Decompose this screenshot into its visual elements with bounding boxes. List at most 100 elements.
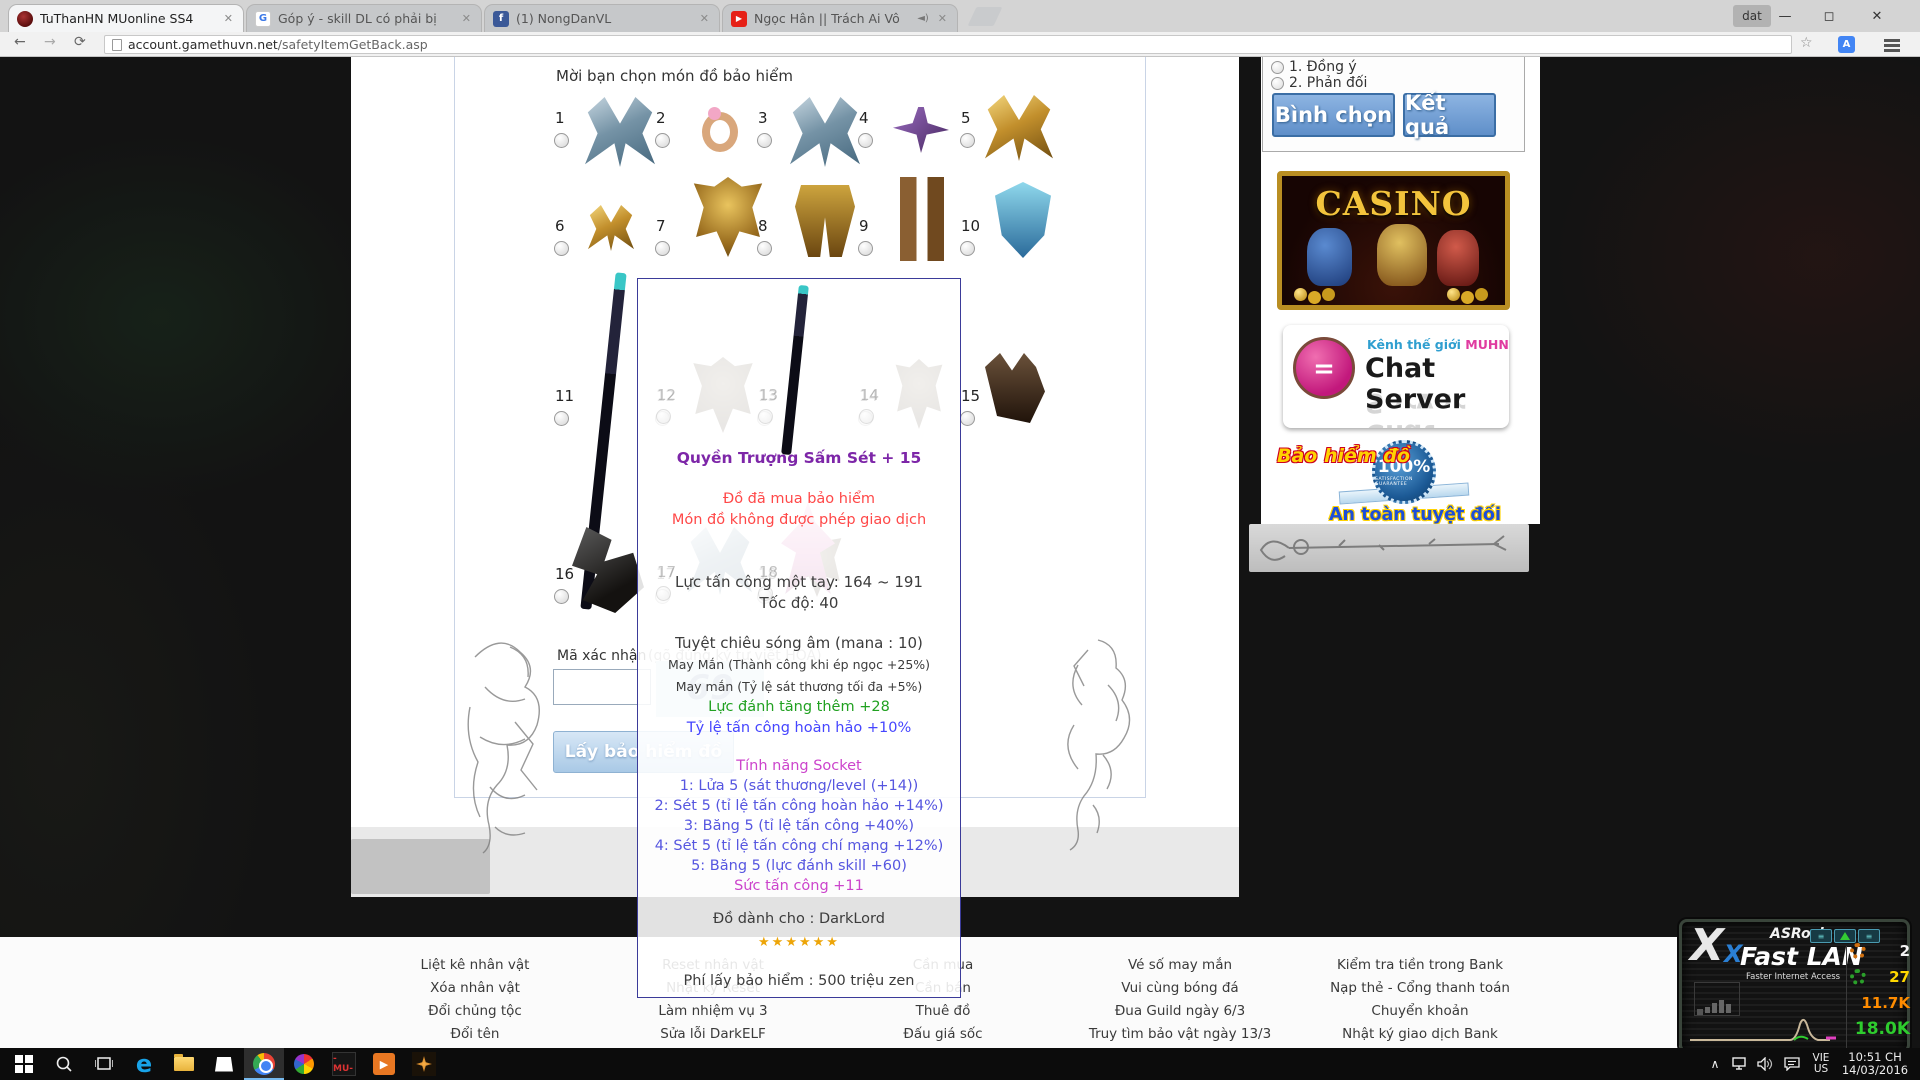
footer-link[interactable]: Thuê đồ: [813, 1000, 1073, 1023]
asrock-tagline: Faster Internet Access: [1746, 972, 1840, 982]
media-play-icon[interactable]: ▶: [364, 1048, 404, 1080]
new-tab-button[interactable]: [968, 7, 1003, 26]
spinner-icon: [1850, 969, 1866, 985]
vote-button[interactable]: Bình chọn: [1272, 93, 1395, 137]
chrome-menu-icon[interactable]: [1884, 39, 1900, 42]
chat-server-banner[interactable]: = Kênh thế giới MUHN Chat Server Chat Se…: [1283, 325, 1509, 428]
asrock-xfastlan-widget[interactable]: X X ASRock Fast LAN Faster Internet Acce…: [1679, 919, 1910, 1048]
bookmark-star-icon[interactable]: ☆: [1800, 35, 1813, 51]
footer-link[interactable]: Kiểm tra tiền trong Bank: [1290, 954, 1550, 977]
translate-icon[interactable]: A: [1838, 36, 1855, 53]
item-radio[interactable]: [960, 133, 975, 148]
game-launcher-icon[interactable]: [404, 1048, 444, 1080]
paint-icon[interactable]: [284, 1048, 324, 1080]
widget-list-button[interactable]: ≡: [1810, 929, 1832, 943]
footer-link[interactable]: Liệt kê nhân vật: [345, 954, 605, 977]
language-indicator[interactable]: VIEUS: [1806, 1048, 1836, 1080]
item-radio[interactable]: [554, 133, 569, 148]
page-icon: [112, 39, 122, 51]
item-radio[interactable]: [554, 589, 569, 604]
tooltip-warning: Món đồ không được phép giao dịch: [638, 512, 960, 528]
tooltip-title: Quyền Trượng Sấm Sét + 15: [638, 449, 960, 467]
search-button[interactable]: [44, 1048, 84, 1080]
footer-link[interactable]: Nạp thẻ - Cổng thanh toán: [1290, 977, 1550, 1000]
tab-close-icon[interactable]: ✕: [222, 12, 235, 25]
item-number-dim: 12: [657, 386, 676, 404]
item-radio[interactable]: [960, 411, 975, 426]
file-explorer-icon[interactable]: [164, 1048, 204, 1080]
tab-mu-account[interactable]: TuThanHN MUonline SS4 ✕: [8, 4, 244, 32]
footer-link[interactable]: Chuyển khoản: [1290, 1000, 1550, 1023]
network-icon[interactable]: [1728, 1048, 1752, 1080]
notification-icon[interactable]: [1780, 1048, 1804, 1080]
spinner-icon: [1850, 943, 1866, 959]
g-favicon-icon: G: [255, 11, 271, 27]
item-sprite-ring: [702, 112, 738, 152]
poll-panel: 1. Đồng ý 2. Phản đối Bình chọn Kết quả: [1262, 57, 1525, 152]
windows-store-icon[interactable]: [204, 1048, 244, 1080]
mu-game-icon[interactable]: -MU-: [324, 1048, 364, 1080]
chrome-icon[interactable]: [244, 1048, 284, 1080]
tab-gopy[interactable]: G Góp ý - skill DL có phải bị ✕: [246, 4, 482, 32]
clock[interactable]: 10:51 CH14/03/2016: [1840, 1048, 1910, 1080]
edge-icon[interactable]: e: [124, 1048, 164, 1080]
close-button[interactable]: ✕: [1860, 4, 1894, 28]
item-radio[interactable]: [960, 241, 975, 256]
footer-link[interactable]: Vui cùng bóng đá: [1050, 977, 1310, 1000]
item-radio[interactable]: [655, 241, 670, 256]
poll-option-2[interactable]: 2. Phản đối: [1271, 75, 1367, 91]
casino-banner[interactable]: CASINO: [1277, 171, 1510, 310]
tab-close-icon[interactable]: ✕: [936, 12, 949, 25]
footer-link[interactable]: Đổi tên: [345, 1023, 605, 1046]
item-number-dim: 13: [759, 386, 778, 404]
tab-facebook[interactable]: f (1) NongDanVL ✕: [484, 4, 720, 32]
footer-link[interactable]: Nhật ký giao dịch Bank: [1290, 1023, 1550, 1046]
item-radio[interactable]: [554, 411, 569, 426]
scepter-art: [1249, 524, 1529, 572]
footer-link[interactable]: Đua Guild ngày 6/3: [1050, 1000, 1310, 1023]
footer-link[interactable]: Vé số may mắn: [1050, 954, 1310, 977]
item-radio[interactable]: [858, 133, 873, 148]
tooltip-add-damage: Lực đánh tăng thêm +28: [638, 699, 960, 715]
stat-row: 2: [1850, 940, 1910, 962]
item-radio[interactable]: [757, 241, 772, 256]
poll-radio-icon[interactable]: [1271, 77, 1284, 90]
tab-title: TuThanHN MUonline SS4: [40, 11, 215, 26]
forward-icon[interactable]: →: [44, 34, 56, 50]
tab-title: (1) NongDanVL: [516, 11, 691, 26]
item-radio[interactable]: [655, 133, 670, 148]
refresh-icon[interactable]: ⟳: [74, 34, 86, 50]
item-number: 15: [961, 387, 980, 405]
footer-link[interactable]: Truy tìm bảo vật ngày 13/3: [1050, 1023, 1310, 1046]
item-radio[interactable]: [858, 241, 873, 256]
maximize-button[interactable]: ◻: [1812, 4, 1846, 28]
poll-option-1[interactable]: 1. Đồng ý: [1271, 59, 1357, 75]
casino-coins: [1447, 288, 1460, 301]
histogram-icon: [1694, 982, 1740, 1016]
task-view-button[interactable]: [84, 1048, 124, 1080]
tab-close-icon[interactable]: ✕: [698, 12, 711, 25]
chrome-profile-badge[interactable]: dat: [1733, 5, 1771, 27]
footer-link[interactable]: Đấu giá sốc: [813, 1023, 1073, 1046]
footer-link[interactable]: Xóa nhân vật: [345, 977, 605, 1000]
tab-youtube[interactable]: ▶ Ngọc Hân || Trách Ai Vô ◄) ✕: [722, 4, 958, 32]
footer-link[interactable]: Đổi chủng tộc: [345, 1000, 605, 1023]
tab-audio-icon[interactable]: ◄): [917, 13, 929, 24]
back-icon[interactable]: ←: [14, 34, 26, 50]
result-button[interactable]: Kết quả: [1403, 93, 1496, 137]
item-number: 7: [656, 217, 666, 235]
item-radio[interactable]: [554, 241, 569, 256]
minimize-button[interactable]: —: [1768, 4, 1802, 28]
footer-column: Kiểm tra tiền trong Bank Nạp thẻ - Cổng …: [1290, 954, 1550, 1046]
footer-link[interactable]: Sửa lỗi DarkELF: [583, 1023, 843, 1046]
item-number: 8: [758, 217, 768, 235]
browser-navbar: ← → ⟳ account.gamethuvn.net/safetyItemGe…: [0, 32, 1920, 57]
footer-link[interactable]: Làm nhiệm vụ 3: [583, 1000, 843, 1023]
tab-close-icon[interactable]: ✕: [460, 12, 473, 25]
url-bar[interactable]: account.gamethuvn.net/safetyItemGetBack.…: [104, 35, 1792, 54]
poll-radio-icon[interactable]: [1271, 61, 1284, 74]
item-radio[interactable]: [757, 133, 772, 148]
start-button[interactable]: [4, 1048, 44, 1080]
volume-icon[interactable]: [1753, 1048, 1777, 1080]
tray-chevron-icon[interactable]: ∧: [1704, 1048, 1726, 1080]
